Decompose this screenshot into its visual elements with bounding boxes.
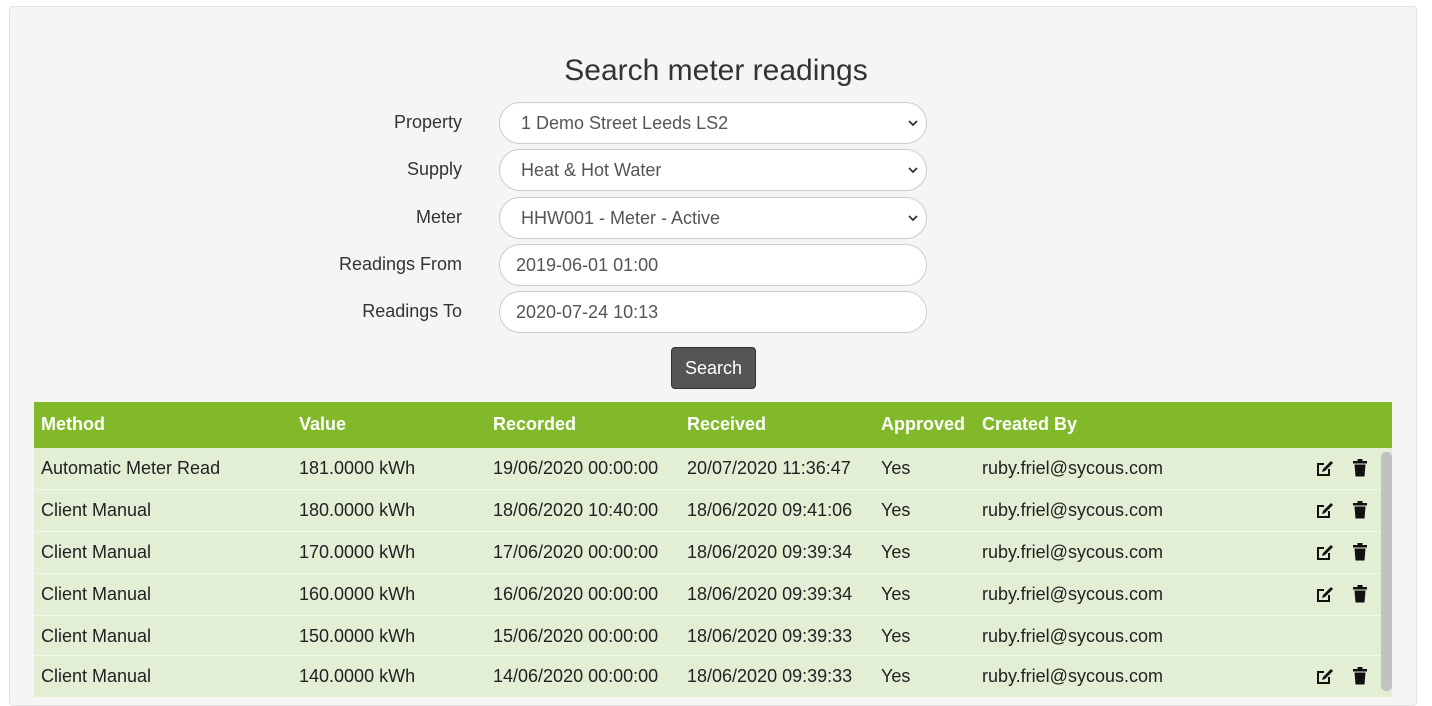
property-row: Property 1 Demo Street Leeds LS2: [0, 102, 1432, 144]
cell-method: Client Manual: [41, 626, 152, 646]
readings-to-row: Readings To 2020-07-24 10:13: [0, 291, 1432, 333]
cell-method: Client Manual: [41, 500, 152, 520]
trash-icon[interactable]: [1350, 666, 1370, 686]
cell-value: 170.0000 kWh: [299, 542, 416, 562]
cell-value: 150.0000 kWh: [299, 626, 416, 646]
cell-received: 18/06/2020 09:39:33: [687, 666, 853, 686]
property-label: Property: [393, 112, 462, 132]
readings-table: Method Value Recorded Received Approved …: [34, 402, 1392, 698]
cell-created-by: ruby.friel@sycous.com: [982, 458, 1163, 478]
supply-row: Supply Heat & Hot Water: [0, 149, 1432, 191]
cell-approved: Yes: [881, 626, 911, 646]
edit-icon[interactable]: [1314, 666, 1334, 686]
row-actions: [1314, 542, 1370, 562]
row-actions: [1314, 666, 1370, 686]
column-header-method[interactable]: Method: [41, 414, 105, 435]
table-body: Automatic Meter Read 181.0000 kWh 19/06/20…: [34, 448, 1392, 698]
cell-approved: Yes: [881, 666, 911, 686]
cell-recorded: 16/06/2020 00:00:00: [493, 584, 659, 604]
cell-value: 160.0000 kWh: [299, 584, 416, 604]
cell-approved: Yes: [881, 458, 911, 478]
cell-received: 18/06/2020 09:39:34: [687, 584, 853, 604]
table-header: Method Value Recorded Received Approved …: [34, 402, 1392, 448]
edit-icon[interactable]: [1314, 584, 1334, 604]
readings-from-input[interactable]: 2019-06-01 01:00: [499, 244, 927, 286]
cell-created-by: ruby.friel@sycous.com: [982, 542, 1163, 562]
supply-select-value: Heat & Hot Water: [521, 159, 662, 180]
cell-recorded: 19/06/2020 00:00:00: [493, 458, 659, 478]
cell-received: 20/07/2020 11:36:47: [687, 458, 851, 478]
meter-select[interactable]: HHW001 - Meter - Active: [499, 197, 927, 239]
supply-label: Supply: [406, 159, 462, 179]
cell-created-by: ruby.friel@sycous.com: [982, 584, 1163, 604]
cell-method: Client Manual: [41, 584, 152, 604]
cell-method: Automatic Meter Read: [41, 458, 221, 478]
cell-value: 180.0000 kWh: [299, 500, 416, 520]
edit-icon[interactable]: [1314, 458, 1334, 478]
table-row: Client Manual 160.0000 kWh 16/06/2020 00:0…: [34, 574, 1392, 616]
cell-method: Client Manual: [41, 542, 152, 562]
table-row: Client Manual 150.0000 kWh 15/06/2020 00:0…: [34, 616, 1392, 656]
table-row: Client Manual 140.0000 kWh 14/06/2020 00:0…: [34, 656, 1392, 698]
readings-to-label: Readings To: [362, 301, 462, 321]
chevron-down-icon: [908, 213, 918, 223]
trash-icon[interactable]: [1350, 500, 1370, 520]
trash-icon[interactable]: [1350, 584, 1370, 604]
column-header-received[interactable]: Received: [687, 414, 766, 435]
table-scrollbar[interactable]: [1381, 452, 1392, 691]
chevron-down-icon: [908, 118, 918, 128]
column-header-recorded[interactable]: Recorded: [493, 414, 576, 435]
cell-value: 181.0000 kWh: [299, 458, 416, 478]
column-header-created-by[interactable]: Created By: [982, 414, 1077, 435]
edit-icon[interactable]: [1314, 500, 1334, 520]
cell-created-by: ruby.friel@sycous.com: [982, 500, 1163, 520]
readings-to-input[interactable]: 2020-07-24 10:13: [499, 291, 927, 333]
table-row: Client Manual 170.0000 kWh 17/06/2020 00:0…: [34, 532, 1392, 574]
readings-from-label: Readings From: [338, 254, 462, 274]
cell-received: 18/06/2020 09:41:06: [687, 500, 853, 520]
cell-value: 140.0000 kWh: [299, 666, 416, 686]
trash-icon[interactable]: [1350, 542, 1370, 562]
search-button[interactable]: Search: [671, 347, 756, 389]
property-select[interactable]: 1 Demo Street Leeds LS2: [499, 102, 927, 144]
cell-approved: Yes: [881, 500, 911, 520]
column-header-approved[interactable]: Approved: [881, 414, 965, 435]
meter-row: Meter HHW001 - Meter - Active: [0, 197, 1432, 239]
cell-created-by: ruby.friel@sycous.com: [982, 666, 1163, 686]
cell-recorded: 17/06/2020 00:00:00: [493, 542, 659, 562]
row-actions: [1314, 584, 1370, 604]
meter-select-value: HHW001 - Meter - Active: [521, 207, 721, 228]
page-title: Search meter readings: [564, 54, 868, 87]
cell-approved: Yes: [881, 584, 911, 604]
cell-recorded: 15/06/2020 00:00:00: [493, 626, 659, 646]
readings-to-value: 2020-07-24 10:13: [516, 301, 659, 322]
edit-icon[interactable]: [1314, 542, 1334, 562]
supply-select[interactable]: Heat & Hot Water: [499, 149, 927, 191]
cell-approved: Yes: [881, 542, 911, 562]
property-select-value: 1 Demo Street Leeds LS2: [521, 112, 729, 133]
cell-recorded: 14/06/2020 00:00:00: [493, 666, 659, 686]
row-actions: [1314, 458, 1370, 478]
row-actions: [1314, 500, 1370, 520]
chevron-down-icon: [908, 165, 918, 175]
cell-recorded: 18/06/2020 10:40:00: [493, 500, 659, 520]
cell-created-by: ruby.friel@sycous.com: [982, 626, 1163, 646]
trash-icon[interactable]: [1350, 458, 1370, 478]
column-header-value[interactable]: Value: [299, 414, 346, 435]
meter-label: Meter: [415, 207, 462, 227]
table-row: Client Manual 180.0000 kWh 18/06/2020 10:4…: [34, 490, 1392, 532]
table-row: Automatic Meter Read 181.0000 kWh 19/06/20…: [34, 448, 1392, 490]
readings-from-row: Readings From 2019-06-01 01:00: [0, 244, 1432, 286]
cell-received: 18/06/2020 09:39:34: [687, 542, 853, 562]
readings-from-value: 2019-06-01 01:00: [516, 254, 659, 275]
cell-received: 18/06/2020 09:39:33: [687, 626, 853, 646]
cell-method: Client Manual: [41, 666, 152, 686]
